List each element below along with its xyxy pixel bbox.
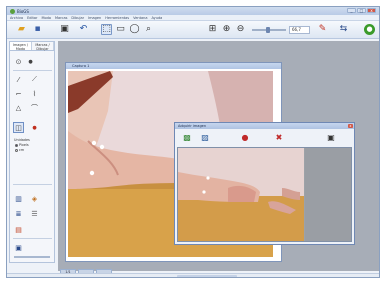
zoom-slider-knob[interactable]: [266, 27, 270, 33]
menu-herramientas[interactable]: Herramientas: [105, 16, 129, 20]
stop-icon[interactable]: ✖: [273, 131, 285, 143]
radio-cm[interactable]: cm: [15, 148, 24, 152]
menu-ventana[interactable]: Ventana: [133, 16, 147, 20]
save-icon[interactable]: ▪: [32, 24, 43, 35]
menu-archivo[interactable]: Archivo: [10, 16, 23, 20]
zoom-tool-icon[interactable]: ⌕: [143, 24, 154, 35]
stats-tool-icon[interactable]: ≣: [13, 208, 24, 219]
panel-slider[interactable]: [14, 256, 50, 258]
divider: [13, 184, 52, 185]
color-tool-icon[interactable]: ◈: [29, 193, 40, 204]
edit-icon[interactable]: ✎: [317, 24, 328, 35]
radio-dot-icon[interactable]: [15, 143, 18, 147]
line-tool-icon[interactable]: ⁄: [13, 74, 24, 85]
hands-photo-image: [178, 148, 304, 241]
preview-frame: [177, 147, 352, 242]
scrollbar-thumb[interactable]: [177, 275, 237, 277]
fit-icon[interactable]: ⊞: [207, 24, 218, 35]
video-settings-icon[interactable]: ▣: [325, 131, 337, 143]
measure-tool-icon[interactable]: ◫: [13, 122, 24, 133]
title-bar: BioGS _ □ x: [7, 7, 379, 15]
open-folder-icon[interactable]: ▰: [16, 24, 27, 35]
menu-editar[interactable]: Editar: [27, 16, 37, 20]
undo-icon[interactable]: ↶: [78, 24, 89, 35]
zoom-out-icon[interactable]: ⊖: [235, 24, 246, 35]
marker-tool-icon[interactable]: ●: [29, 122, 40, 133]
list-tool-icon[interactable]: ☰: [29, 208, 40, 219]
close-button[interactable]: x: [367, 8, 376, 13]
window-controls: _ □ x: [347, 8, 376, 13]
dot-tool-icon[interactable]: ●: [25, 56, 36, 67]
minimize-button[interactable]: _: [347, 8, 356, 13]
curve-tool-icon[interactable]: ⌒: [29, 102, 40, 113]
segment-tool-icon[interactable]: ⟋: [29, 74, 40, 85]
menu-marcas[interactable]: Marcas: [55, 16, 67, 20]
menu-imagen[interactable]: Imagen: [88, 16, 101, 20]
capture-icon[interactable]: ▨: [199, 131, 211, 143]
units-label: Unidades: [14, 138, 30, 142]
menu-modo[interactable]: Modo: [41, 16, 51, 20]
side-panel-tabs: Imagen / Modo Marcas / Dibujar: [10, 42, 54, 51]
polyline-tool-icon[interactable]: ⌇: [29, 88, 40, 99]
radio-pixels-label: Pixels: [19, 143, 29, 147]
preview-empty-area: [305, 148, 351, 241]
document-title: Captura 1: [66, 63, 281, 69]
tab-marcas-dibujar[interactable]: Marcas / Dibujar: [32, 42, 54, 51]
menu-ayuda[interactable]: Ayuda: [152, 16, 163, 20]
circle-select-icon[interactable]: ◯: [129, 24, 140, 35]
main-toolbar: ▰ ▪ ▣ ↶ ⬚ ▭ ◯ ⌕ ⊞ ⊕ ⊖ 66,7 ✎ ⇆ ●: [7, 21, 379, 39]
dialog-title: Adquirir imagen: [175, 123, 354, 129]
radio-pixels[interactable]: Pixels: [15, 143, 29, 147]
camera-icon[interactable]: ▩: [181, 131, 193, 143]
angle-tool-icon[interactable]: ⌐: [13, 88, 24, 99]
radio-dot-icon[interactable]: [15, 148, 18, 152]
app-window: BioGS _ □ x Archivo Editar Modo Marcas D…: [6, 6, 380, 278]
app-title: BioGS: [17, 8, 29, 14]
export-icon[interactable]: ⇆: [338, 24, 349, 35]
triangle-tool-icon[interactable]: △: [13, 102, 24, 113]
thumbnail-icon[interactable]: ▣: [13, 242, 24, 253]
zoom-slider[interactable]: [252, 27, 286, 33]
preview-image: [178, 148, 304, 241]
video-icon[interactable]: ▣: [59, 24, 70, 35]
record-icon[interactable]: ●: [239, 131, 251, 143]
divider: [13, 238, 52, 239]
horizontal-scrollbar[interactable]: [7, 273, 379, 277]
side-panel: Imagen / Modo Marcas / Dibujar ⊙ ● ⁄ ⟋ ⌐…: [9, 41, 55, 263]
menu-dibujar[interactable]: Dibujar: [71, 16, 84, 20]
workspace-area: Captura 1 Adquirir imagen x ▩ ▨ ● ✖ ▣ 1/…: [58, 41, 379, 275]
report-tool-icon[interactable]: ▤: [13, 224, 24, 235]
select-icon[interactable]: ⬚: [101, 24, 112, 35]
zoom-value-field[interactable]: 66,7: [289, 26, 310, 34]
run-icon[interactable]: ●: [364, 24, 375, 35]
tab-imagen-modo[interactable]: Imagen / Modo: [10, 42, 32, 51]
divider: [13, 70, 52, 71]
radio-cm-label: cm: [19, 148, 25, 152]
dialog-close-button[interactable]: x: [348, 124, 353, 128]
maximize-button[interactable]: □: [357, 8, 366, 13]
acquire-image-dialog: Adquirir imagen x ▩ ▨ ● ✖ ▣: [174, 122, 355, 245]
app-logo-icon: [10, 8, 15, 14]
zoom-in-icon[interactable]: ⊕: [221, 24, 232, 35]
rectangle-select-icon[interactable]: ▭: [115, 24, 126, 35]
shape-tool-icon[interactable]: ⊙: [13, 56, 24, 67]
chart-tool-icon[interactable]: ▥: [13, 193, 24, 204]
